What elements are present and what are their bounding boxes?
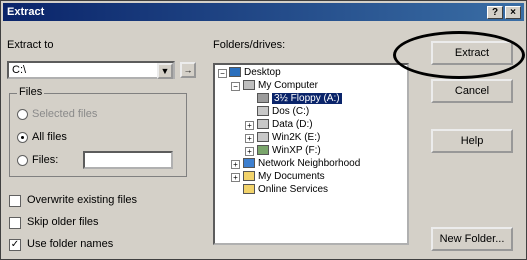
desktop-icon [229,67,241,78]
skip-older-checkbox[interactable] [9,217,21,229]
tree-expander-data-d[interactable]: + [245,121,254,130]
use-folder-names-checkbox[interactable]: ✓ [9,239,21,251]
help-button[interactable]: Help [431,129,513,153]
folder-icon [243,171,255,182]
title-bar: Extract ? × [3,3,524,21]
files-radio-label: Files: [32,154,59,166]
tree-node-data-d[interactable]: Data (D:) [257,119,313,131]
use-folder-names-label: Use folder names [27,238,114,250]
files-radio[interactable] [17,155,28,166]
files-input[interactable] [83,151,173,169]
chevron-down-icon[interactable]: ▼ [157,63,173,79]
drive-icon [257,132,269,143]
network-icon [243,158,255,169]
selected-files-label: Selected files [32,108,98,120]
close-icon[interactable]: × [505,6,521,19]
extract-dialog: Extract ? × Extract to C:\ ▼ → Files Sel… [0,0,527,260]
overwrite-checkbox[interactable] [9,195,21,207]
tree-expander-my-computer[interactable]: − [231,82,240,91]
overwrite-label: Overwrite existing files [27,194,138,206]
tree-node-label: WinXP (F:) [272,145,321,156]
tree-expander-desktop[interactable]: − [218,69,227,78]
folders-drives-label: Folders/drives: [213,39,286,51]
tree-node-network[interactable]: Network Neighborhood [243,158,360,170]
tree-node-floppy[interactable]: 3½ Floppy (A:) [257,93,342,105]
network-drive-icon [257,145,269,156]
folder-tree[interactable]: − Desktop − My Computer 3½ Floppy (A:) D… [213,63,409,245]
tree-node-my-documents[interactable]: My Documents [243,171,325,183]
drive-icon [257,106,269,117]
folder-icon [243,184,255,195]
new-folder-button[interactable]: New Folder... [431,227,513,251]
tree-expander-network[interactable]: + [231,160,240,169]
tree-node-label: Online Services [258,184,329,195]
browse-arrow-icon[interactable]: → [180,62,196,78]
extract-to-combo[interactable]: C:\ ▼ [7,61,175,79]
tree-node-desktop[interactable]: Desktop [229,67,281,79]
tree-node-label: My Documents [258,171,325,182]
computer-icon [243,80,255,91]
tree-expander-my-documents[interactable]: + [231,173,240,182]
files-group-label: Files [17,86,45,98]
extract-button[interactable]: Extract [431,41,513,65]
window-title: Extract [7,6,45,18]
floppy-icon [257,93,269,104]
tree-node-label: 3½ Floppy (A:) [272,93,342,104]
all-files-label: All files [32,131,67,143]
selected-files-radio[interactable] [17,109,28,120]
tree-expander-win2k-e[interactable]: + [245,134,254,143]
tree-node-dos-c[interactable]: Dos (C:) [257,106,309,118]
tree-node-online-services[interactable]: Online Services [243,184,328,196]
tree-node-my-computer[interactable]: My Computer [243,80,318,92]
tree-expander-winxp-f[interactable]: + [245,147,254,156]
extract-to-label: Extract to [7,39,54,51]
extract-to-value: C:\ [12,64,27,76]
tree-node-winxp-f[interactable]: WinXP (F:) [257,145,321,157]
all-files-radio[interactable] [17,132,28,143]
tree-node-label: Dos (C:) [272,106,310,117]
tree-node-label: Data (D:) [272,119,313,130]
help-icon[interactable]: ? [487,6,503,19]
tree-node-win2k-e[interactable]: Win2K (E:) [257,132,320,144]
cancel-button[interactable]: Cancel [431,79,513,103]
tree-node-label: Network Neighborhood [258,158,361,169]
tree-node-label: Desktop [244,67,281,78]
skip-older-label: Skip older files [27,216,99,228]
tree-node-label: My Computer [258,80,319,91]
tree-node-label: Win2K (E:) [272,132,321,143]
drive-icon [257,119,269,130]
